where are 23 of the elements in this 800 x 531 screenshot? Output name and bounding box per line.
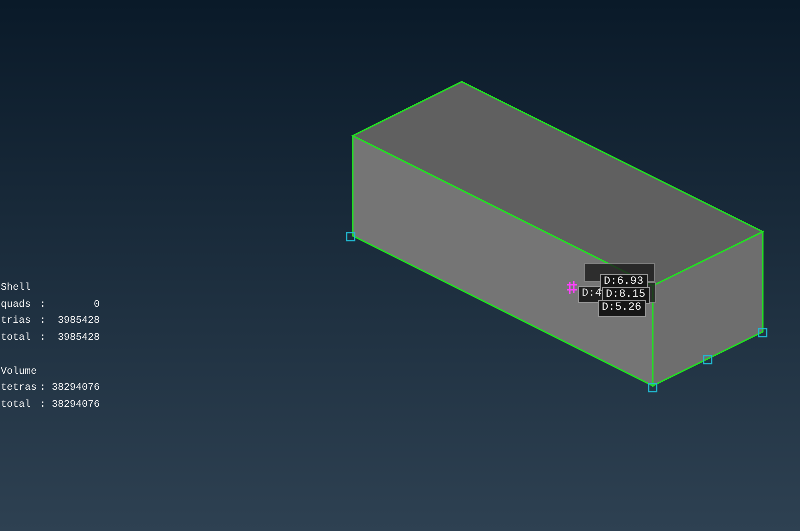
separator: : bbox=[40, 382, 48, 396]
stat-label: tetras bbox=[1, 382, 38, 396]
hash-marker-icon bbox=[566, 280, 578, 295]
stat-value: 38294076 bbox=[52, 398, 100, 413]
section-title: Shell bbox=[1, 282, 32, 296]
stat-value: 0 bbox=[92, 298, 100, 313]
stat-value: 3985428 bbox=[56, 315, 100, 330]
node-marker[interactable] bbox=[703, 355, 713, 365]
stat-value: 38294076 bbox=[52, 382, 100, 396]
separator: : bbox=[40, 315, 48, 330]
node-marker[interactable] bbox=[346, 232, 356, 242]
stat-value: 3985428 bbox=[56, 332, 100, 346]
distance-label: D:5.26 bbox=[598, 300, 646, 317]
section-title: Volume bbox=[1, 366, 38, 380]
separator: : bbox=[40, 332, 48, 346]
node-marker[interactable] bbox=[648, 383, 658, 393]
separator: : bbox=[40, 398, 48, 413]
stat-label: quads bbox=[1, 298, 32, 313]
node-marker[interactable] bbox=[758, 328, 768, 338]
stat-label: total bbox=[1, 398, 32, 413]
stat-label: trias bbox=[1, 314, 32, 330]
stat-label: total bbox=[1, 332, 32, 346]
separator: : bbox=[40, 298, 48, 313]
